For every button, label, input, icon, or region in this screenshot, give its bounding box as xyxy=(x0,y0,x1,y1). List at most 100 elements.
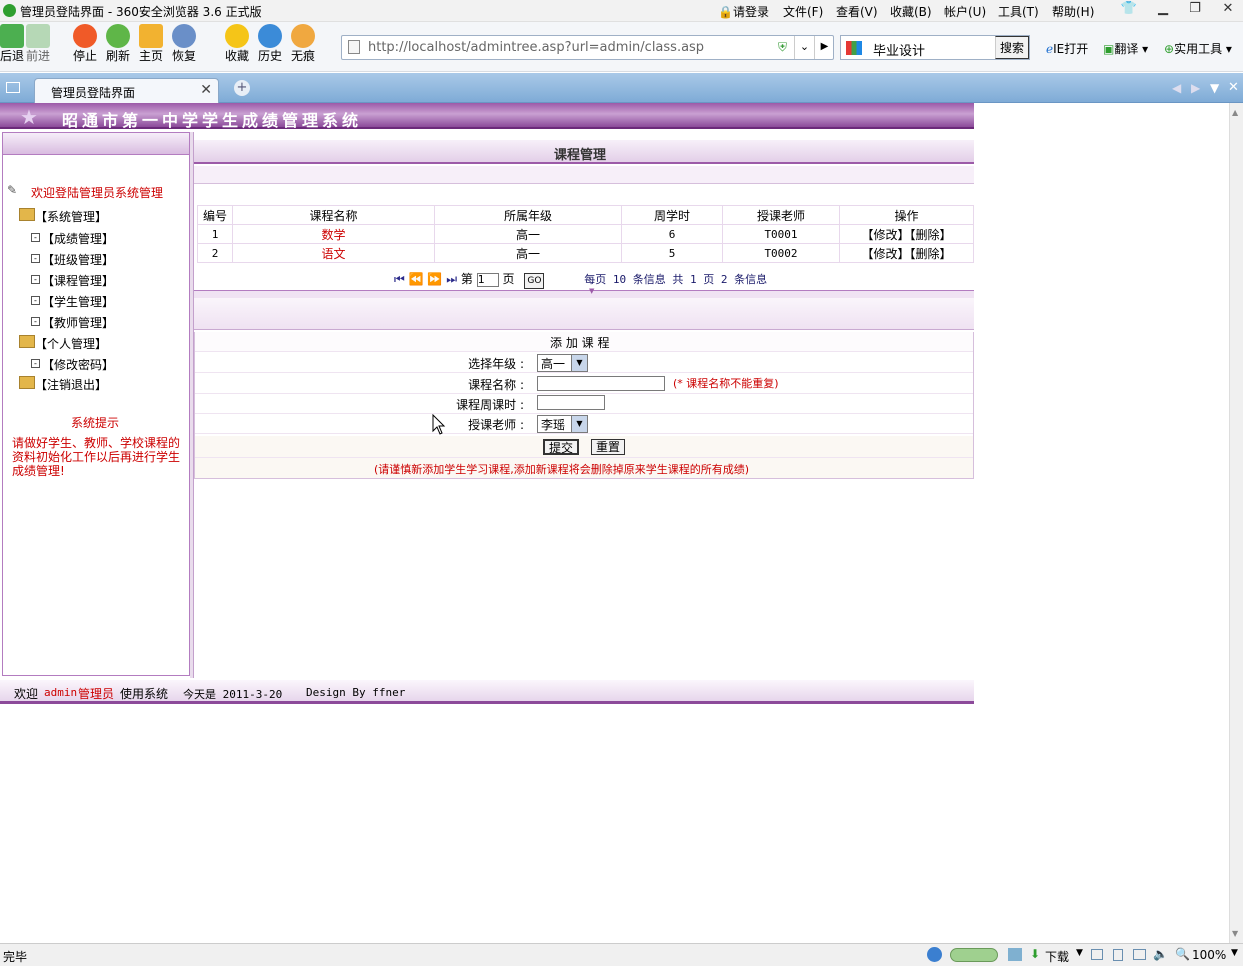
tools-button[interactable]: ⊕实用工具 ▾ xyxy=(1164,40,1232,57)
collapse-divider[interactable]: ▼ xyxy=(194,287,974,298)
page-icon[interactable] xyxy=(1113,949,1123,961)
go-icon[interactable]: ▶ xyxy=(814,36,834,59)
nav-students[interactable]: 【学生管理】 xyxy=(42,293,114,310)
login-menu[interactable]: 🔒请登录 xyxy=(718,3,769,20)
page-number-input[interactable]: 1 xyxy=(476,272,499,287)
col-header: 编号 xyxy=(197,205,233,225)
next-page-icon[interactable]: ⏩ xyxy=(427,272,442,286)
last-page-icon[interactable]: ⏭ xyxy=(446,272,457,286)
menu-view[interactable]: 查看(V) xyxy=(836,3,878,20)
col-header: 所属年级 xyxy=(434,205,622,225)
skin-icon[interactable]: 👕 xyxy=(1114,0,1144,20)
search-box[interactable]: 毕业设计 搜索 xyxy=(840,35,1030,60)
favorites-button[interactable]: 收藏 xyxy=(219,24,255,63)
nav-change-password[interactable]: 【修改密码】 xyxy=(42,356,114,373)
vertical-scrollbar[interactable]: ▲ ▼ xyxy=(1229,103,1243,943)
menu-account[interactable]: 帐户(U) xyxy=(944,3,986,20)
menu-file[interactable]: 文件(F) xyxy=(783,3,823,20)
translate-button[interactable]: ▣翻译 ▾ xyxy=(1103,40,1148,57)
stop-icon xyxy=(73,24,97,48)
scroll-up-icon[interactable]: ▲ xyxy=(1232,108,1238,117)
new-tab-icon[interactable]: + xyxy=(234,80,250,96)
search-button[interactable]: 搜索 xyxy=(995,36,1029,59)
footer-using: 使用系统 xyxy=(120,687,169,701)
stop-button[interactable]: 停止 xyxy=(67,24,103,63)
nav-teachers[interactable]: 【教师管理】 xyxy=(42,314,114,331)
window-icon[interactable] xyxy=(1091,949,1103,960)
table-row: 1 数学 高一 6 T0001 【修改】【删除】 xyxy=(197,224,974,244)
screen-icon[interactable] xyxy=(1133,949,1146,960)
mute-icon[interactable]: 🔈 xyxy=(1153,947,1168,961)
tab-active[interactable]: 管理员登陆界面 ✕ xyxy=(34,78,219,103)
course-name-input[interactable] xyxy=(537,376,665,391)
first-page-icon[interactable]: ⏮ xyxy=(394,272,405,286)
window-titlebar: 管理员登陆界面 - 360安全浏览器 3.6 正式版 🔒请登录 文件(F) 查看… xyxy=(0,0,1243,22)
menu-tools[interactable]: 工具(T) xyxy=(998,3,1039,20)
page-summary: 每页 10 条信息 共 1 页 2 条信息 xyxy=(584,273,768,286)
form-spacer-bar xyxy=(194,298,974,330)
reset-button[interactable]: 重置 xyxy=(591,439,626,455)
form-row-grade: 选择年级 : 高一 ▼ xyxy=(194,353,974,373)
close-window-button[interactable]: ✕ xyxy=(1213,0,1243,20)
history-button[interactable]: 历史 xyxy=(252,24,288,63)
nav-system-group[interactable]: 【系统管理】 xyxy=(35,208,107,225)
site-title: 昭通市第一中学学生成绩管理系统 xyxy=(62,111,363,130)
cell-course-link[interactable]: 数学 xyxy=(232,224,435,244)
edit-link[interactable]: 【修改】 xyxy=(861,247,909,261)
nav-classes[interactable]: 【班级管理】 xyxy=(42,251,114,268)
nav-courses[interactable]: 【课程管理】 xyxy=(42,272,114,289)
nav-personal-group[interactable]: 【个人管理】 xyxy=(35,335,107,352)
security-icon[interactable] xyxy=(927,947,942,962)
minimize-button[interactable]: ▁ xyxy=(1148,0,1178,20)
address-bar[interactable]: http://localhost/admintree.asp?url=admin… xyxy=(341,35,834,60)
home-button[interactable]: 主页 xyxy=(133,24,169,63)
address-url[interactable]: http://localhost/admintree.asp?url=admin… xyxy=(368,40,704,55)
scroll-down-icon[interactable]: ▼ xyxy=(1232,929,1238,938)
forward-button[interactable]: 前进 xyxy=(20,24,56,63)
restore-button[interactable]: 恢复 xyxy=(166,24,202,63)
tab-list-icon[interactable]: ▼ xyxy=(1210,81,1219,95)
cell-teacher: T0002 xyxy=(722,243,840,263)
download-button[interactable]: 下载 xyxy=(1045,948,1069,965)
zoom-level[interactable]: 100% xyxy=(1192,948,1226,962)
delete-link[interactable]: 【删除】 xyxy=(910,228,952,242)
cell-id: 2 xyxy=(197,243,233,263)
tree-node-icon: - xyxy=(31,233,40,242)
download-menu-icon[interactable]: ▼ xyxy=(1076,948,1083,958)
delete-link[interactable]: 【删除】 xyxy=(910,247,952,261)
form-title-row: 添 加 课 程 xyxy=(194,332,974,352)
sidebar-toggle-icon[interactable] xyxy=(6,82,20,93)
page-footer: 欢迎 admin 管理员 使用系统 今天是 2011-3-20 Design B… xyxy=(0,680,974,704)
grade-select[interactable]: 高一 ▼ xyxy=(537,354,588,372)
close-tab-icon[interactable]: ✕ xyxy=(200,82,212,98)
zoom-menu-icon[interactable]: ▼ xyxy=(1231,948,1238,958)
nav-logout[interactable]: 【注销退出】 xyxy=(35,376,107,393)
hours-input[interactable] xyxy=(537,395,605,410)
prev-page-icon[interactable]: ⏪ xyxy=(409,272,424,286)
course-name-hint: (* 课程名称不能重复) xyxy=(673,377,779,390)
speed-toggle-icon[interactable] xyxy=(950,948,998,962)
menu-help[interactable]: 帮助(H) xyxy=(1052,3,1094,20)
tree-node-icon: - xyxy=(31,275,40,284)
browser-logo-icon xyxy=(3,4,16,17)
search-input[interactable]: 毕业设计 xyxy=(873,40,925,59)
ie-open-button[interactable]: ℯIE打开 xyxy=(1046,40,1088,57)
tab-scroll-right-icon[interactable]: ▶ xyxy=(1191,81,1200,95)
dropdown-icon[interactable]: ⌄ xyxy=(794,36,814,59)
tab-close-all-icon[interactable]: ✕ xyxy=(1228,80,1239,95)
go-button[interactable]: GO xyxy=(524,273,545,289)
submit-button[interactable]: 提交 xyxy=(543,439,580,455)
incognito-button[interactable]: 无痕 xyxy=(285,24,321,63)
tab-scroll-left-icon[interactable]: ◀ xyxy=(1172,81,1181,95)
nav-scores[interactable]: 【成绩管理】 xyxy=(42,230,114,247)
footer-welcome: 欢迎 xyxy=(14,687,39,701)
network-icon[interactable] xyxy=(1008,948,1022,961)
cell-course-link[interactable]: 语文 xyxy=(232,243,435,263)
home-icon xyxy=(139,24,163,48)
teacher-select[interactable]: 李瑶 ▼ xyxy=(537,415,588,433)
collapse-icon[interactable]: ▼ xyxy=(589,287,594,295)
maximize-button[interactable]: ❐ xyxy=(1180,0,1210,20)
edit-link[interactable]: 【修改】 xyxy=(861,228,909,242)
refresh-button[interactable]: 刷新 xyxy=(100,24,136,63)
menu-favorites[interactable]: 收藏(B) xyxy=(890,3,932,20)
